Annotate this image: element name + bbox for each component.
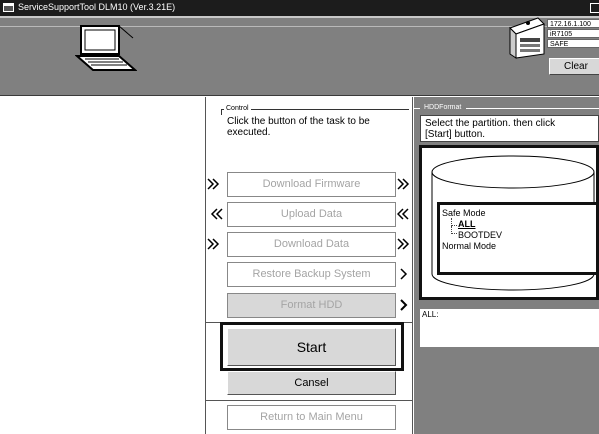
hdd-group-line <box>414 108 420 109</box>
double-right-arrow-icon <box>207 178 220 190</box>
device-ip-field: 172.16.1.100 <box>547 19 599 28</box>
download-data-button[interactable]: Download Data <box>227 232 396 257</box>
hdd-format-legend: HDDFormat <box>422 104 464 112</box>
format-hdd-button[interactable]: Format HDD <box>227 293 396 318</box>
hdd-group-line <box>466 108 599 109</box>
start-button[interactable]: Start <box>227 328 396 366</box>
tree-connector <box>451 218 457 226</box>
restore-backup-system-button[interactable]: Restore Backup System <box>227 262 396 287</box>
double-right-arrow-icon <box>397 238 410 250</box>
upload-data-button[interactable]: Upload Data <box>227 202 396 227</box>
tree-node-bootdev[interactable]: BOOTDEV <box>458 230 502 240</box>
double-right-arrow-icon <box>207 238 220 250</box>
double-left-arrow-icon <box>397 208 409 220</box>
control-group-line <box>221 109 222 115</box>
right-arrow-icon <box>400 299 408 311</box>
tree-connector <box>451 226 457 234</box>
window-title: ServiceSupportTool DLM10 (Ver.3.21E) <box>18 2 176 12</box>
double-left-arrow-icon <box>210 208 223 220</box>
device-mode-field: SAFE <box>547 39 599 48</box>
control-group-line <box>251 109 409 110</box>
control-instruction: Click the button of the task to be execu… <box>227 116 370 138</box>
laptop-icon <box>75 25 137 71</box>
maximize-icon[interactable] <box>590 3 599 13</box>
partition-detail-box: ALL: <box>420 309 599 347</box>
control-legend: Control <box>224 105 251 113</box>
download-firmware-button[interactable]: Download Firmware <box>227 172 396 197</box>
clear-button[interactable]: Clear <box>549 58 599 75</box>
multifunction-printer-icon <box>509 17 545 59</box>
cancel-button[interactable]: Cansel <box>227 371 396 395</box>
hdd-instruction: Select the partition. then click [Start]… <box>420 115 599 142</box>
divider <box>205 400 413 401</box>
tree-node-all[interactable]: ALL <box>458 219 476 229</box>
window-app-icon[interactable] <box>3 3 14 12</box>
device-model-field: iR7105 <box>547 29 599 38</box>
return-to-main-menu-button[interactable]: Return to Main Menu <box>227 405 396 430</box>
tree-node-safe-mode[interactable]: Safe Mode <box>442 208 486 218</box>
right-arrow-icon <box>400 268 408 280</box>
double-right-arrow-icon <box>397 178 410 190</box>
left-panel <box>0 97 205 434</box>
tree-node-normal-mode[interactable]: Normal Mode <box>442 241 496 251</box>
